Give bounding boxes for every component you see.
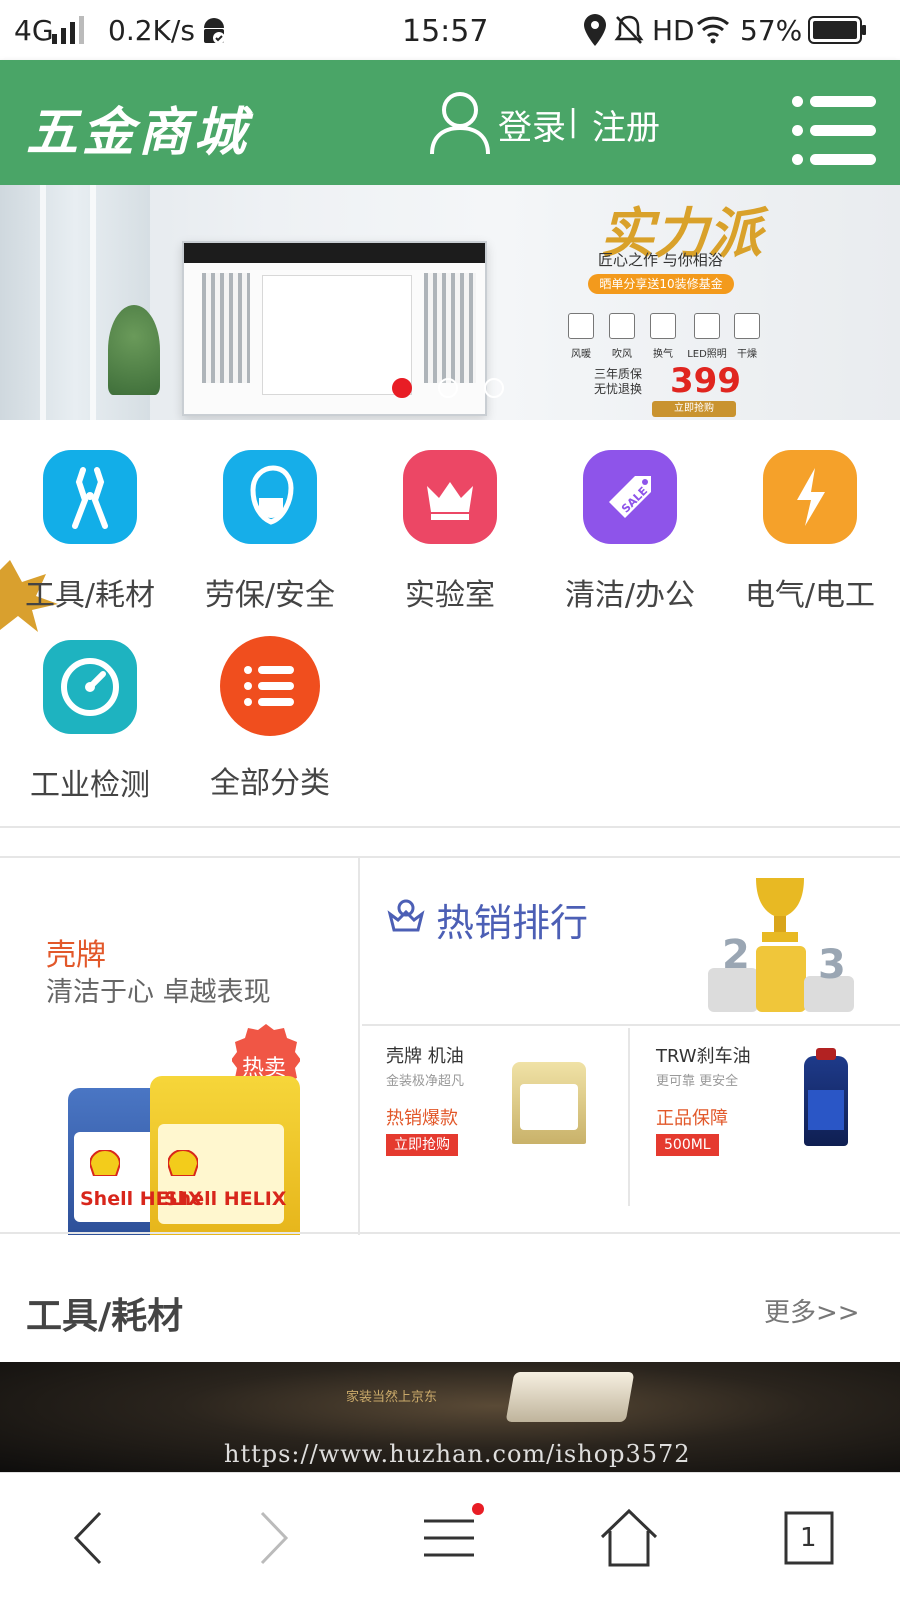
android-icon bbox=[204, 18, 225, 44]
hot-ranking-card[interactable]: 热销排行 2 3 bbox=[362, 858, 900, 1026]
feature-dry: 干燥 bbox=[730, 313, 764, 360]
home-icon[interactable] bbox=[594, 1503, 664, 1573]
battery-percent: 57% bbox=[740, 14, 803, 47]
banner-price: 399 bbox=[670, 361, 741, 401]
banner-small-text: 家装当然上京东 bbox=[346, 1390, 438, 1405]
plant-image bbox=[108, 305, 160, 395]
category-label: 全部分类 bbox=[210, 766, 330, 801]
category-label: 劳保/安全 bbox=[204, 578, 336, 613]
category-tools[interactable]: 工具/耗材 bbox=[0, 450, 180, 614]
battery-icon bbox=[808, 16, 866, 44]
ranking-title: 热销排行 bbox=[436, 901, 589, 945]
product-card-oil[interactable]: 壳牌 机油 金装极净超凡 热销爆款 立即抢购 bbox=[362, 1028, 630, 1206]
category-lab[interactable]: 实验室 bbox=[360, 450, 540, 614]
category-label: 电气/电工 bbox=[744, 578, 876, 613]
shell-logo-icon bbox=[90, 1150, 120, 1176]
gauge-icon bbox=[43, 640, 137, 734]
buy-now-button[interactable]: 立即抢购 bbox=[386, 1134, 458, 1156]
category-electrical[interactable]: 电气/电工 bbox=[720, 450, 900, 614]
mute-bell-icon bbox=[614, 15, 644, 44]
login-link[interactable]: 登录 bbox=[498, 100, 566, 149]
category-label: 工具/耗材 bbox=[24, 578, 156, 613]
product-desc: 更可靠 更安全 bbox=[656, 1074, 739, 1089]
hd-indicator: HD bbox=[652, 14, 695, 47]
banner-buy-button[interactable]: 立即抢购 bbox=[652, 401, 736, 417]
network-speed: 0.2K/s bbox=[108, 14, 195, 47]
crown-icon bbox=[403, 450, 497, 544]
list-icon bbox=[220, 636, 320, 736]
oil-can-label: Shell HELIX bbox=[164, 1188, 287, 1210]
login-separator: | bbox=[568, 104, 579, 139]
brake-fluid-bottle-image bbox=[804, 1048, 848, 1146]
network-type: 4G bbox=[14, 14, 54, 47]
sale-tag-icon: SALE bbox=[583, 450, 677, 544]
back-icon[interactable] bbox=[56, 1503, 126, 1573]
banner-promo-pill: 晒单分享送10装修基金 bbox=[588, 274, 734, 294]
app-header: 五金商城 登录 | 注册 bbox=[0, 60, 900, 185]
category-label: 实验室 bbox=[405, 578, 495, 613]
tabs-count: 1 bbox=[800, 1523, 817, 1553]
section-title: 工具/耗材 bbox=[26, 1296, 184, 1337]
shell-logo-icon bbox=[168, 1150, 198, 1176]
banner-guarantee: 三年质保 无忧退换 bbox=[594, 367, 643, 396]
banner-dot-3[interactable] bbox=[484, 378, 504, 398]
product-tag: 正品保障 bbox=[656, 1108, 728, 1129]
product-desc: 金装极净超凡 bbox=[386, 1074, 465, 1089]
product-name: 壳牌 机油 bbox=[386, 1046, 464, 1067]
trophy-podium-image: 2 3 bbox=[708, 878, 854, 1012]
banner-dot-1[interactable] bbox=[392, 378, 412, 398]
capacity-badge: 500ML bbox=[656, 1134, 719, 1156]
menu-lines-icon[interactable] bbox=[416, 1503, 486, 1573]
category-safety[interactable]: 劳保/安全 bbox=[180, 450, 360, 614]
feature-led: LED照明 bbox=[684, 313, 730, 360]
mask-icon bbox=[223, 450, 317, 544]
category-all[interactable]: 全部分类 bbox=[180, 636, 360, 802]
product-card-brake-fluid[interactable]: TRW刹车油 更可靠 更安全 正品保障 500ML bbox=[632, 1028, 900, 1206]
svg-text:3: 3 bbox=[818, 942, 846, 988]
menu-icon[interactable] bbox=[792, 96, 876, 166]
ceiling-lamp-image bbox=[505, 1372, 635, 1422]
lightning-icon bbox=[763, 450, 857, 544]
status-bar: 4G 0.2K/s 15:57 HD 57% bbox=[0, 0, 900, 60]
signal-icon bbox=[52, 16, 84, 44]
product-name: TRW刹车油 bbox=[656, 1046, 751, 1067]
brand-title: 壳牌 bbox=[46, 938, 106, 973]
feature-vent: 换气 bbox=[646, 313, 680, 360]
category-cleaning[interactable]: SALE 清洁/办公 bbox=[540, 450, 720, 614]
clock: 15:57 bbox=[402, 14, 489, 49]
wifi-icon bbox=[696, 16, 730, 44]
brand-slogan: 清洁于心 卓越表现 bbox=[46, 977, 271, 1008]
banner-subline: 匠心之作 与你相浴 bbox=[598, 251, 723, 269]
feature-warm: 风暖 bbox=[564, 313, 598, 360]
feature-blow: 吹风 bbox=[605, 313, 639, 360]
register-link[interactable]: 注册 bbox=[592, 100, 660, 149]
svg-text:2: 2 bbox=[722, 932, 750, 978]
user-icon[interactable] bbox=[428, 88, 492, 156]
more-link[interactable]: 更多>> bbox=[764, 1292, 860, 1329]
category-inspection[interactable]: 工业检测 bbox=[0, 640, 180, 804]
forward-icon[interactable] bbox=[236, 1503, 306, 1573]
category-label: 清洁/办公 bbox=[564, 578, 696, 613]
promo-banner[interactable]: 实力派 匠心之作 与你相浴 晒单分享送10装修基金 风暖 吹风 换气 LED照明… bbox=[0, 185, 900, 420]
crown-icon bbox=[387, 899, 425, 932]
category-label: 工业检测 bbox=[30, 768, 150, 803]
product-tag: 热销爆款 bbox=[386, 1108, 458, 1129]
divider bbox=[0, 826, 900, 828]
watermark-url: https://www.huzhan.com/ishop3572 bbox=[224, 1440, 691, 1468]
pliers-icon bbox=[43, 450, 137, 544]
location-icon bbox=[584, 14, 606, 46]
shell-promo-card[interactable]: 壳牌 清洁于心 卓越表现 热卖 Shell HELIX Shell HELIX bbox=[0, 858, 360, 1235]
banner-dot-2[interactable] bbox=[438, 378, 458, 398]
divider bbox=[0, 1232, 900, 1234]
browser-bottom-nav: 1 bbox=[0, 1472, 900, 1600]
oil-bottle-image bbox=[512, 1062, 586, 1144]
store-logo[interactable]: 五金商城 bbox=[26, 90, 250, 165]
